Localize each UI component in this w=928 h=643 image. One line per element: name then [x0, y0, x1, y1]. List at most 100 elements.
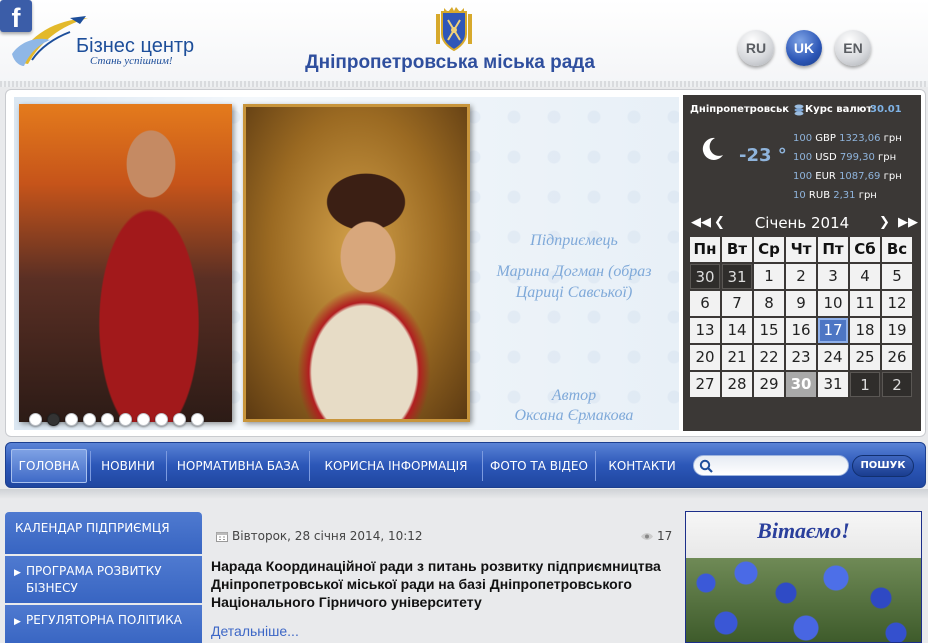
calendar-day[interactable]: 31: [722, 264, 752, 289]
arrow-right-icon: ▶: [14, 568, 21, 578]
slide-caption-author: Оксана Єрмакова: [514, 407, 634, 424]
calendar-day[interactable]: 6: [690, 291, 720, 316]
calendar-day[interactable]: 20: [690, 345, 720, 370]
header-divider: [0, 81, 928, 87]
nav-contacts[interactable]: КОНТАКТИ: [597, 443, 687, 489]
slide-dot[interactable]: [155, 413, 168, 426]
page-header: Бізнес центр Стань успішним! Дніпропетро…: [0, 0, 928, 87]
slide-dot[interactable]: [83, 413, 96, 426]
calendar-day[interactable]: 26: [882, 345, 912, 370]
weather-city: Дніпропетровськ: [690, 104, 790, 115]
slide-dot[interactable]: [65, 413, 78, 426]
calendar-day[interactable]: 25: [850, 345, 880, 370]
search-input[interactable]: [693, 455, 849, 476]
sidebar-item-entrepreneur-calendar[interactable]: КАЛЕНДАР ПІДПРИЄМЦЯ: [5, 512, 202, 554]
nav-separator: [482, 451, 483, 481]
currency-amount: 100: [793, 171, 813, 182]
greeting-banner[interactable]: Вітаємо!: [685, 511, 922, 643]
sidebar-item-regulatory-policy[interactable]: ▶ РЕГУЛЯТОРНА ПОЛІТИКА: [5, 605, 202, 643]
language-uk-button[interactable]: UK: [786, 30, 822, 66]
calendar-day[interactable]: 3: [818, 264, 848, 289]
calendar-day[interactable]: 15: [754, 318, 784, 343]
slide-dot[interactable]: [47, 413, 60, 426]
logo-title: Бізнес центр: [76, 35, 195, 57]
nav-home[interactable]: ГОЛОВНА: [11, 449, 87, 483]
city-council-title[interactable]: Дніпропетровська міська рада: [200, 53, 700, 72]
moon-icon: [702, 137, 723, 160]
language-ru-button[interactable]: RU: [738, 30, 774, 66]
currency-value: 2,31: [833, 190, 856, 201]
calendar-day[interactable]: 14: [722, 318, 752, 343]
slide-caption-author-label: Автор: [551, 387, 597, 404]
prev-month-icon[interactable]: ❮: [714, 213, 725, 233]
next-year-icon[interactable]: ▶▶: [898, 213, 918, 233]
calendar-day[interactable]: 13: [690, 318, 720, 343]
calendar-day[interactable]: 5: [882, 264, 912, 289]
calendar-day[interactable]: 30: [690, 264, 720, 289]
slide-dot[interactable]: [29, 413, 42, 426]
news-date: Вівторок, 28 січня 2014, 10:12: [232, 529, 423, 543]
currency-currency: GBP: [815, 133, 836, 144]
nav-photo-video[interactable]: ФОТО ТА ВІДЕО: [484, 443, 594, 489]
read-more-link[interactable]: Детальніше...: [211, 624, 299, 638]
news-title[interactable]: Нарада Координаційної ради з питань розв…: [211, 557, 671, 611]
sidebar-item-business-program[interactable]: ▶ ПРОГРАМА РОЗВИТКУ БІЗНЕСУ: [5, 556, 202, 603]
language-en-button[interactable]: EN: [835, 30, 871, 66]
calendar-day[interactable]: 10: [818, 291, 848, 316]
calendar-day[interactable]: 2: [882, 372, 912, 397]
calendar-day[interactable]: 24: [818, 345, 848, 370]
calendar-weekday: Вс: [882, 237, 912, 262]
calendar-day[interactable]: 29: [754, 372, 784, 397]
currency-value: 799,30: [839, 152, 875, 163]
slide-dot[interactable]: [119, 413, 132, 426]
calendar-day[interactable]: 19: [882, 318, 912, 343]
calendar-weekday: Чт: [786, 237, 816, 262]
calendar-day[interactable]: 17: [818, 318, 848, 343]
currency-currency: USD: [815, 152, 837, 163]
slide-photo-queen-portrait: [243, 104, 470, 422]
calendar-day[interactable]: 7: [722, 291, 752, 316]
coins-icon: [794, 104, 804, 116]
calendar-day[interactable]: 11: [850, 291, 880, 316]
nav-news[interactable]: НОВИНИ: [92, 443, 164, 489]
nav-regulations[interactable]: НОРМАТИВНА БАЗА: [168, 443, 308, 489]
slide-dot[interactable]: [191, 413, 204, 426]
nav-useful-info[interactable]: КОРИСНА ІНФОРМАЦІЯ: [311, 443, 481, 489]
calendar-day[interactable]: 28: [722, 372, 752, 397]
logo-slogan: Стань успішним!: [90, 55, 173, 67]
calendar-weekday: Вт: [722, 237, 752, 262]
currency-unit: грн: [858, 190, 877, 201]
calendar-day[interactable]: 2: [786, 264, 816, 289]
calendar-day[interactable]: 9: [786, 291, 816, 316]
calendar-day[interactable]: 22: [754, 345, 784, 370]
prev-year-icon[interactable]: ◀◀: [691, 213, 711, 233]
business-center-logo[interactable]: Бізнес центр Стань успішним!: [10, 14, 194, 72]
currency-rate-row: 100 USD 799,30 грн: [793, 153, 896, 163]
calendar-day[interactable]: 1: [754, 264, 784, 289]
search-button[interactable]: ПОШУК: [852, 455, 914, 477]
calendar-day[interactable]: 30: [786, 372, 816, 397]
calendar-weekday: Сб: [850, 237, 880, 262]
calendar-day[interactable]: 18: [850, 318, 880, 343]
slide-dot[interactable]: [101, 413, 114, 426]
calendar-day[interactable]: 21: [722, 345, 752, 370]
main-navigation: ГОЛОВНА НОВИНИ НОРМАТИВНА БАЗА КОРИСНА І…: [5, 442, 926, 488]
calendar-day[interactable]: 4: [850, 264, 880, 289]
calendar-day[interactable]: 27: [690, 372, 720, 397]
calendar-day[interactable]: 1: [850, 372, 880, 397]
calendar-day[interactable]: 8: [754, 291, 784, 316]
calendar-day[interactable]: 16: [786, 318, 816, 343]
next-month-icon[interactable]: ❯: [879, 213, 890, 233]
currency-unit: грн: [883, 133, 902, 144]
currency-amount: 10: [793, 190, 806, 201]
news-article: Вівторок, 28 січня 2014, 10:12 17 Нарада…: [210, 512, 674, 643]
slide-dot[interactable]: [173, 413, 186, 426]
slide-dot[interactable]: [137, 413, 150, 426]
slide-caption-name: Марина Догман (образ Цариці Савської): [496, 263, 652, 301]
currency-unit: грн: [883, 171, 902, 182]
calendar-day[interactable]: 23: [786, 345, 816, 370]
calendar-day[interactable]: 12: [882, 291, 912, 316]
nav-separator: [309, 451, 310, 481]
slideshow[interactable]: Підприємець Марина Догман (образ Цариці …: [14, 97, 679, 430]
calendar-day[interactable]: 31: [818, 372, 848, 397]
